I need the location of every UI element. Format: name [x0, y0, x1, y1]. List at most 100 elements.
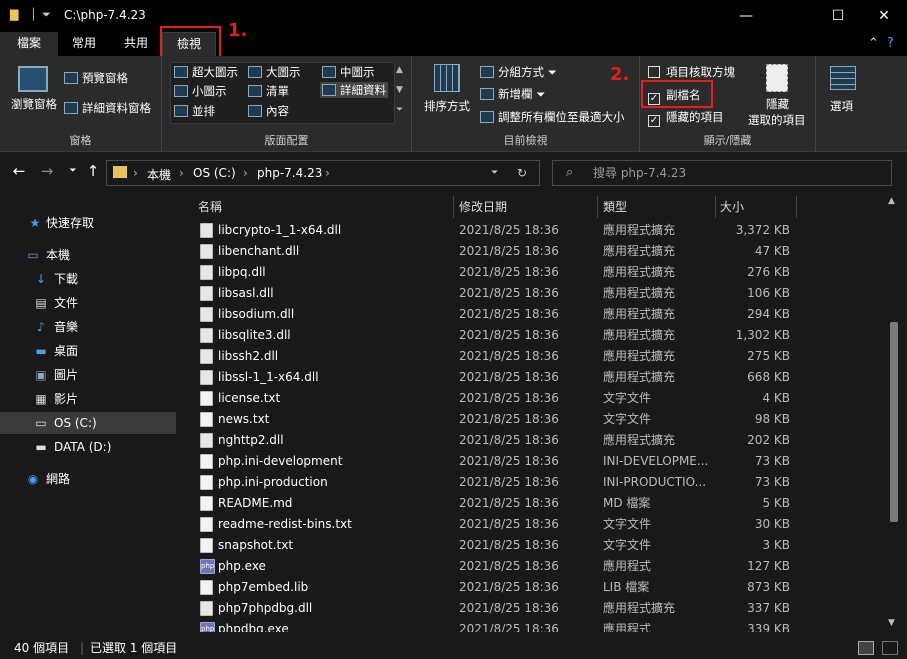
- nav-data-d[interactable]: ▬ DATA (D:): [0, 436, 176, 458]
- maximize-button[interactable]: ☐: [815, 0, 861, 32]
- back-arrow-icon[interactable]: ←: [8, 162, 30, 182]
- layout-tiles[interactable]: 並排: [174, 103, 215, 119]
- file-name[interactable]: php7phpdbg.dll: [218, 598, 458, 619]
- file-name[interactable]: snapshot.txt: [218, 535, 458, 556]
- hidden-items-toggle[interactable]: ✓ 隱藏的項目: [648, 109, 724, 127]
- table-row[interactable]: nghttp2.dll 2021/8/25 18:36 應用程式擴充 202 KB: [180, 430, 885, 451]
- large-icons-view-icon[interactable]: [882, 641, 898, 655]
- table-row[interactable]: libenchant.dll 2021/8/25 18:36 應用程式擴充 47 KB: [180, 241, 885, 262]
- nav-desktop[interactable]: ▬ 桌面: [0, 340, 176, 362]
- table-row[interactable]: libsqlite3.dll 2021/8/25 18:36 應用程式擴充 1,302…: [180, 325, 885, 346]
- details-pane-button[interactable]: 詳細資料窗格: [64, 100, 151, 116]
- layout-medium-icons[interactable]: 中圖示: [322, 64, 375, 80]
- table-row[interactable]: news.txt 2021/8/25 18:36 文字文件 98 KB: [180, 409, 885, 430]
- hide-selected-line2[interactable]: 選取的項目: [748, 112, 806, 128]
- tab-home[interactable]: 常用: [62, 32, 106, 56]
- table-row[interactable]: libssl-1_1-x64.dll 2021/8/25 18:36 應用程式擴充 6…: [180, 367, 885, 388]
- minimize-button[interactable]: —: [723, 0, 769, 32]
- breadcrumb-separator-icon[interactable]: ›: [179, 166, 184, 180]
- nav-quick-access[interactable]: ★ 快速存取: [0, 212, 176, 234]
- forward-arrow-icon[interactable]: →: [36, 162, 58, 182]
- column-header-date[interactable]: 修改日期: [459, 196, 507, 218]
- table-row[interactable]: php7embed.lib 2021/8/25 18:36 LIB 檔案 873 KB: [180, 577, 885, 598]
- details-view-icon[interactable]: [858, 641, 874, 655]
- close-button[interactable]: ✕: [861, 0, 907, 32]
- table-row[interactable]: libsodium.dll 2021/8/25 18:36 應用程式擴充 294 KB: [180, 304, 885, 325]
- table-row[interactable]: snapshot.txt 2021/8/25 18:36 文字文件 3 KB: [180, 535, 885, 556]
- nav-os-c[interactable]: ▭ OS (C:): [0, 412, 176, 434]
- file-name[interactable]: php7embed.lib: [218, 577, 458, 598]
- size-all-columns-button[interactable]: 調整所有欄位至最適大小: [480, 109, 625, 125]
- file-name[interactable]: php.ini-production: [218, 472, 458, 493]
- address-box[interactable]: › 本機 › OS (C:) › php-7.4.23 › ⏷ ↻: [106, 160, 540, 186]
- item-checkboxes-toggle[interactable]: 項目核取方塊: [648, 64, 735, 80]
- table-row[interactable]: license.txt 2021/8/25 18:36 文字文件 4 KB: [180, 388, 885, 409]
- navigation-pane-button[interactable]: 瀏覽窗格: [8, 96, 60, 112]
- file-name[interactable]: php.exe: [218, 556, 458, 577]
- table-row[interactable]: php phpdbg.exe 2021/8/25 18:36 應用程式 339 KB: [180, 619, 885, 632]
- nav-downloads[interactable]: ↓ 下載: [0, 268, 176, 290]
- table-row[interactable]: php.ini-production 2021/8/25 18:36 INI-PRO…: [180, 472, 885, 493]
- scroll-up-icon[interactable]: ▲: [888, 196, 895, 206]
- tab-share[interactable]: 共用: [114, 32, 158, 56]
- chevron-up-icon[interactable]: ⌃: [868, 36, 879, 51]
- file-name[interactable]: libsodium.dll: [218, 304, 458, 325]
- address-dropdown-icon[interactable]: ⏷: [491, 168, 498, 178]
- gallery-scroll-up-icon[interactable]: ▲: [396, 62, 403, 78]
- help-icon[interactable]: ?: [887, 36, 894, 51]
- recent-locations-icon[interactable]: ⏷: [62, 166, 84, 186]
- column-divider[interactable]: [796, 196, 797, 218]
- gallery-scroll-down-icon[interactable]: ▼: [396, 82, 403, 98]
- up-arrow-icon[interactable]: ↑: [82, 162, 104, 182]
- table-row[interactable]: php php.exe 2021/8/25 18:36 應用程式 127 KB: [180, 556, 885, 577]
- column-divider[interactable]: [597, 196, 598, 218]
- table-row[interactable]: libcrypto-1_1-x64.dll 2021/8/25 18:36 應用程式…: [180, 220, 885, 241]
- table-row[interactable]: libsasl.dll 2021/8/25 18:36 應用程式擴充 106 KB: [180, 283, 885, 304]
- gallery-expand-icon[interactable]: ⏷: [396, 102, 403, 118]
- table-row[interactable]: libssh2.dll 2021/8/25 18:36 應用程式擴充 275 KB: [180, 346, 885, 367]
- layout-extra-large-icons[interactable]: 超大圖示: [174, 64, 238, 80]
- column-divider[interactable]: [453, 196, 454, 218]
- options-button[interactable]: 選項: [830, 98, 853, 114]
- nav-music[interactable]: ♪ 音樂: [0, 316, 176, 338]
- quick-access-dropdown-icon[interactable]: ⏷: [42, 7, 51, 23]
- file-name[interactable]: libpq.dll: [218, 262, 458, 283]
- nav-documents[interactable]: ▤ 文件: [0, 292, 176, 314]
- breadcrumb-separator-icon[interactable]: ›: [133, 166, 138, 180]
- layout-content[interactable]: 內容: [248, 103, 289, 119]
- item-checkboxes-checkbox[interactable]: [648, 66, 660, 78]
- file-name[interactable]: libsqlite3.dll: [218, 325, 458, 346]
- layout-large-icons[interactable]: 大圖示: [248, 64, 301, 80]
- refresh-icon[interactable]: ↻: [517, 166, 527, 180]
- table-row[interactable]: readme-redist-bins.txt 2021/8/25 18:36 文字文…: [180, 514, 885, 535]
- file-name[interactable]: nghttp2.dll: [218, 430, 458, 451]
- column-header-name[interactable]: 名稱: [198, 196, 222, 218]
- nav-pictures[interactable]: ▣ 圖片: [0, 364, 176, 386]
- file-name[interactable]: libenchant.dll: [218, 241, 458, 262]
- file-name[interactable]: readme-redist-bins.txt: [218, 514, 458, 535]
- file-name[interactable]: libssh2.dll: [218, 346, 458, 367]
- file-name[interactable]: phpdbg.exe: [218, 619, 458, 632]
- preview-pane-button[interactable]: 預覽窗格: [64, 70, 128, 86]
- file-name[interactable]: libsasl.dll: [218, 283, 458, 304]
- column-header-size[interactable]: 大小: [720, 196, 744, 218]
- nav-videos[interactable]: ▦ 影片: [0, 388, 176, 410]
- scrollbar-thumb[interactable]: [890, 322, 898, 522]
- breadcrumb-this-pc[interactable]: 本機: [147, 166, 171, 183]
- vertical-scrollbar[interactable]: ▲ ▼: [885, 192, 907, 632]
- layout-details[interactable]: 詳細資料: [320, 82, 388, 98]
- hidden-items-checkbox[interactable]: ✓: [648, 115, 660, 127]
- nav-network[interactable]: ◉ 網路: [0, 468, 176, 490]
- breadcrumb-separator-icon[interactable]: ›: [243, 166, 248, 180]
- sort-by-button[interactable]: 排序方式: [424, 98, 470, 114]
- layout-small-icons[interactable]: 小圖示: [174, 83, 227, 99]
- column-header-type[interactable]: 類型: [603, 196, 627, 218]
- tab-file[interactable]: 檔案: [0, 32, 58, 56]
- table-row[interactable]: php7phpdbg.dll 2021/8/25 18:36 應用程式擴充 337 K…: [180, 598, 885, 619]
- hide-selected-line1[interactable]: 隱藏: [766, 96, 789, 112]
- layout-list[interactable]: 清單: [248, 83, 289, 99]
- column-divider[interactable]: [715, 196, 716, 218]
- table-row[interactable]: libpq.dll 2021/8/25 18:36 應用程式擴充 276 KB: [180, 262, 885, 283]
- nav-this-pc[interactable]: ▭ 本機: [0, 244, 176, 266]
- table-row[interactable]: README.md 2021/8/25 18:36 MD 檔案 5 KB: [180, 493, 885, 514]
